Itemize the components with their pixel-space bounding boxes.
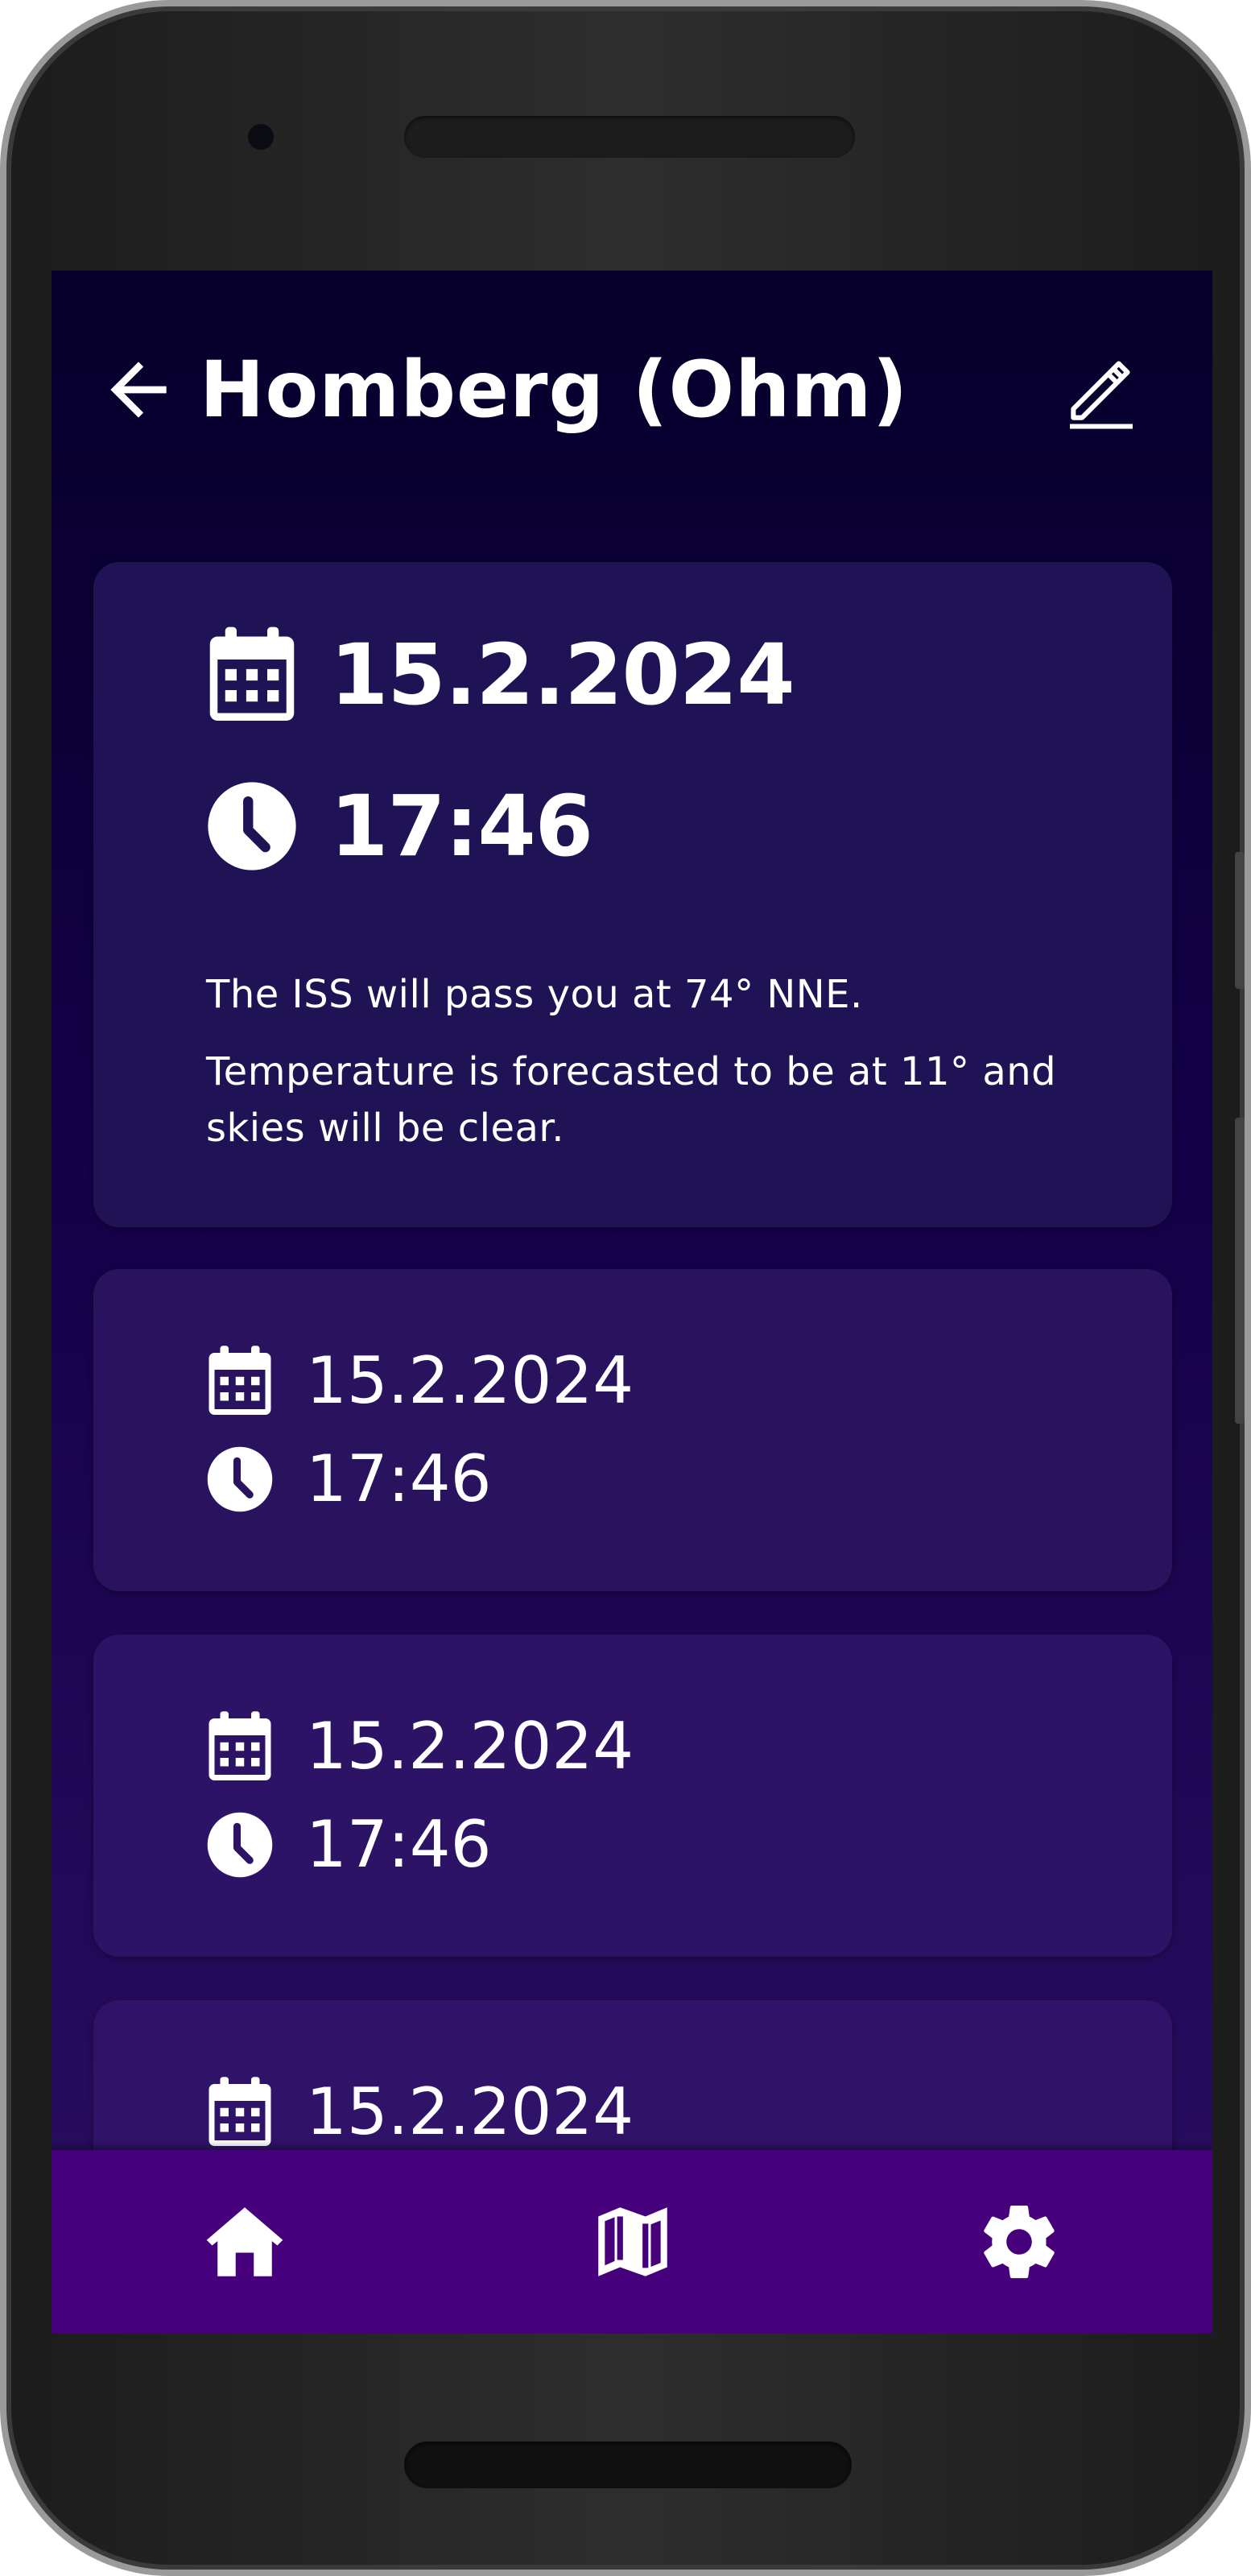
back-button[interactable] [97, 348, 180, 432]
nav-settings-button[interactable] [976, 2198, 1063, 2285]
clock-icon [208, 782, 296, 870]
pass-date-row: 15.2.2024 [206, 625, 795, 725]
pencil-icon [1070, 361, 1133, 429]
pass-description: The ISS will pass you at 74° NNE. [206, 972, 863, 1017]
calendar-icon [208, 1710, 271, 1780]
power-button [1235, 1118, 1245, 1424]
phone-frame: Homberg (Ohm) 15.2.2024 17:46 The ISS wi… [0, 0, 1251, 2576]
bottom-speaker [404, 2442, 852, 2488]
pass-date-row: 15.2.2024 [206, 2074, 634, 2149]
calendar-icon [208, 1345, 271, 1415]
pass-date-row: 15.2.2024 [206, 1709, 634, 1784]
edit-button[interactable] [1059, 348, 1143, 432]
volume-button [1235, 852, 1245, 989]
earpiece-speaker [404, 116, 855, 158]
pass-card[interactable]: 15.2.2024 17:46 [93, 1635, 1172, 1957]
calendar-icon [208, 2076, 271, 2146]
pass-card-featured[interactable]: 15.2.2024 17:46 The ISS will pass you at… [93, 562, 1172, 1227]
gear-icon [984, 2206, 1055, 2279]
pass-card[interactable]: 15.2.2024 17:46 [93, 1269, 1172, 1591]
nav-home-button[interactable] [201, 2198, 288, 2285]
calendar-icon [209, 626, 295, 721]
pass-time-row: 17:46 [206, 1441, 492, 1516]
map-icon [598, 2207, 667, 2276]
weather-forecast: Temperature is forecasted to be at 11° a… [206, 1049, 1057, 1151]
clock-icon [207, 1812, 273, 1877]
pass-date: 15.2.2024 [330, 626, 795, 724]
pass-time: 17:46 [306, 1807, 492, 1882]
bottom-navigation [52, 2150, 1212, 2334]
nav-map-button[interactable] [589, 2198, 676, 2285]
home-icon [206, 2207, 283, 2276]
pass-time: 17:46 [330, 777, 593, 875]
pass-time-row: 17:46 [206, 1807, 492, 1882]
app-bar: Homberg (Ohm) [52, 271, 1212, 496]
pass-date: 15.2.2024 [306, 1709, 634, 1784]
pass-time-row: 17:46 [206, 776, 593, 876]
clock-icon [207, 1446, 273, 1511]
arrow-left-icon [110, 362, 167, 418]
app-screen: Homberg (Ohm) 15.2.2024 17:46 The ISS wi… [52, 271, 1212, 2334]
pass-time: 17:46 [306, 1441, 492, 1516]
pass-date: 15.2.2024 [306, 1343, 634, 1418]
page-title: Homberg (Ohm) [200, 345, 909, 435]
front-camera [248, 124, 274, 150]
pass-date: 15.2.2024 [306, 2074, 634, 2149]
pass-date-row: 15.2.2024 [206, 1343, 634, 1418]
